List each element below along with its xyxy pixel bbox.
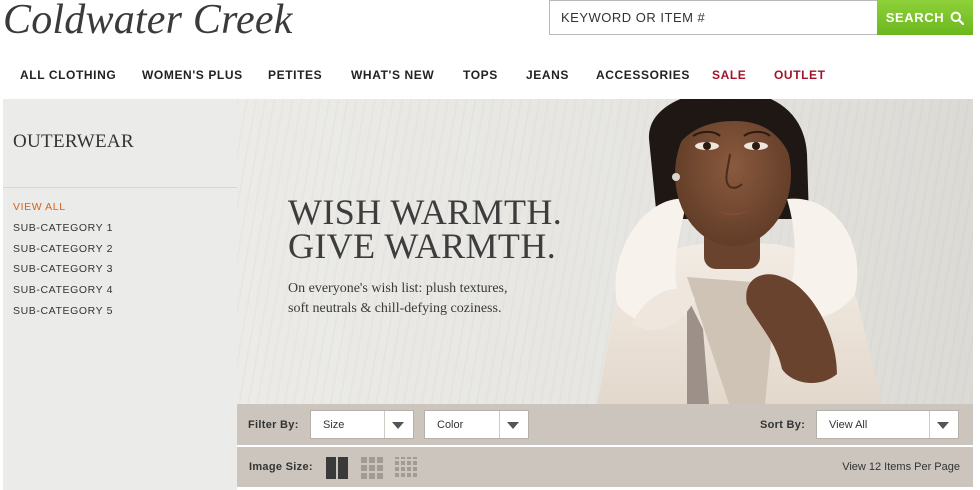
hero-headline-line-1: WISH WARMTH. <box>288 192 563 232</box>
search-button-label: SEARCH <box>885 10 945 25</box>
items-per-page[interactable]: View 12 Items Per Page <box>842 461 960 473</box>
size-filter-value: Size <box>323 419 345 431</box>
category-sidebar: OUTERWEAR VIEW ALL SUB-CATEGORY 1 SUB-CA… <box>3 99 237 490</box>
sidebar-link-sub-category-5[interactable]: SUB-CATEGORY 5 <box>13 305 113 326</box>
select-divider <box>929 411 930 438</box>
sort-select[interactable]: View All <box>816 410 959 439</box>
large-grid-icon[interactable] <box>326 457 348 479</box>
sidebar-list: VIEW ALL SUB-CATEGORY 1 SUB-CATEGORY 2 S… <box>13 201 113 326</box>
hero-headline-line-2: GIVE WARMTH. <box>288 226 557 266</box>
nav-item-petites[interactable]: PETITES <box>268 68 322 82</box>
sidebar-title: OUTERWEAR <box>13 131 134 152</box>
nav-item-sale[interactable]: SALE <box>712 68 746 82</box>
hero-subtext-line-1: On everyone's wish list: plush textures, <box>288 281 508 296</box>
color-filter-select[interactable]: Color <box>424 410 529 439</box>
nav-item-jeans[interactable]: JEANS <box>526 68 569 82</box>
select-divider <box>384 411 385 438</box>
chevron-down-icon <box>392 422 404 429</box>
hero-model-photo <box>597 99 882 404</box>
sort-by-label: Sort By: <box>760 419 806 431</box>
hero-headline: WISH WARMTH. GIVE WARMTH. <box>288 192 563 266</box>
nav-item-tops[interactable]: TOPS <box>463 68 498 82</box>
chevron-down-icon <box>507 422 519 429</box>
chevron-down-icon <box>937 422 949 429</box>
sidebar-link-view-all[interactable]: VIEW ALL <box>13 201 113 222</box>
small-grid-icon[interactable] <box>395 457 417 479</box>
search-bar: SEARCH <box>549 0 973 35</box>
medium-grid-icon[interactable] <box>361 457 383 479</box>
nav-item-accessories[interactable]: ACCESSORIES <box>596 68 690 82</box>
nav-item-outlet[interactable]: OUTLET <box>774 68 826 82</box>
hero-banner[interactable]: WISH WARMTH. GIVE WARMTH. On everyone's … <box>237 99 973 404</box>
nav-item-whats-new[interactable]: WHAT'S NEW <box>351 68 434 82</box>
color-filter-value: Color <box>437 419 464 431</box>
nav-item-womens-plus[interactable]: WOMEN'S PLUS <box>142 68 243 82</box>
search-icon <box>950 11 965 25</box>
search-input[interactable] <box>549 0 878 35</box>
hero-subtext: On everyone's wish list: plush textures,… <box>288 279 508 319</box>
search-button[interactable]: SEARCH <box>877 0 973 35</box>
sidebar-link-sub-category-3[interactable]: SUB-CATEGORY 3 <box>13 263 113 284</box>
image-size-label: Image Size: <box>249 461 313 473</box>
hero-subtext-line-2: soft neutrals & chill-defying coziness. <box>288 301 502 316</box>
brand-logo[interactable]: Coldwater Creek <box>3 0 293 44</box>
size-filter-select[interactable]: Size <box>310 410 414 439</box>
select-divider <box>499 411 500 438</box>
sidebar-link-sub-category-4[interactable]: SUB-CATEGORY 4 <box>13 284 113 305</box>
filter-by-label: Filter By: <box>248 419 299 431</box>
sidebar-link-sub-category-2[interactable]: SUB-CATEGORY 2 <box>13 243 113 264</box>
nav-item-all-clothing[interactable]: ALL CLOTHING <box>20 68 116 82</box>
sidebar-divider <box>3 187 237 188</box>
main-nav: ALL CLOTHING WOMEN'S PLUS PETITES WHAT'S… <box>0 62 980 90</box>
filter-toolbar: Filter By: Size Color Sort By: View All <box>237 404 973 445</box>
image-size-toolbar: Image Size: View 12 Items Per Page <box>237 447 973 487</box>
sort-value: View All <box>829 419 868 431</box>
sidebar-link-sub-category-1[interactable]: SUB-CATEGORY 1 <box>13 222 113 243</box>
